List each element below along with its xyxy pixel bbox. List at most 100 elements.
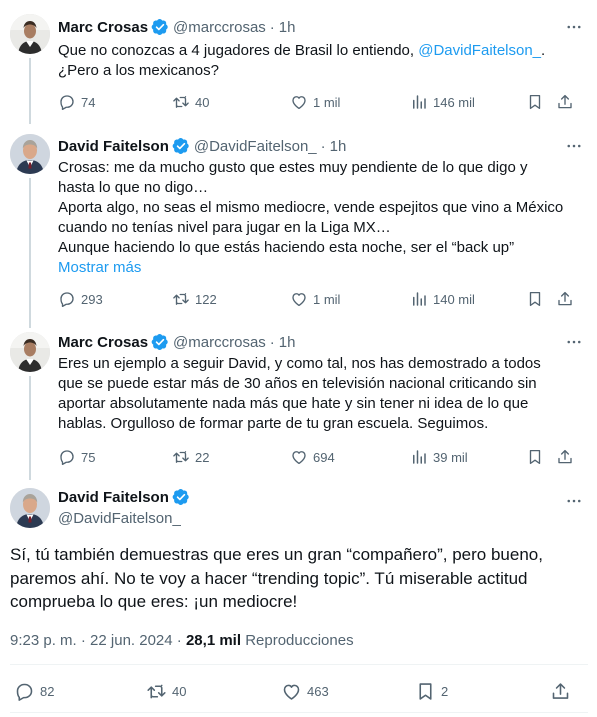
- avatar[interactable]: [10, 332, 50, 372]
- views-button[interactable]: 146 mil: [410, 92, 475, 112]
- views-button[interactable]: 39 mil: [410, 447, 468, 467]
- retweet-icon: [172, 448, 190, 466]
- tweet-time[interactable]: 1h: [279, 334, 296, 351]
- bookmark-icon: [526, 290, 544, 308]
- share-icon: [556, 290, 574, 308]
- bookmark-button[interactable]: [526, 447, 544, 467]
- divider: [10, 664, 588, 665]
- views-button[interactable]: 140 mil: [410, 289, 475, 309]
- reply-icon: [58, 290, 76, 308]
- tweet-time[interactable]: 1h: [279, 19, 296, 36]
- reply-icon: [58, 448, 76, 466]
- reply-icon: [14, 681, 35, 702]
- reply-count: 293: [81, 291, 103, 307]
- share-button[interactable]: [556, 92, 574, 112]
- share-icon: [556, 448, 574, 466]
- like-button[interactable]: 1 mil: [290, 92, 340, 112]
- retweet-icon: [146, 681, 167, 702]
- more-options-icon[interactable]: [565, 18, 583, 36]
- heart-icon: [290, 290, 308, 308]
- tweet-text-line: Aporta algo, no seas el mismo mediocre, …: [58, 199, 564, 216]
- tweet-text-line: ¿Pero a los mexicanos?: [58, 62, 219, 79]
- tweet-text-line: paremos ahí. No te voy a hacer “trending…: [10, 568, 528, 588]
- separator-dot: ·: [269, 18, 275, 36]
- separator-dot: ·: [80, 632, 91, 649]
- author-name[interactable]: David Faitelson: [58, 489, 169, 506]
- tweet-text-line: Sí, tú también demuestras que eres un gr…: [10, 545, 543, 564]
- author-name[interactable]: David Faitelson: [58, 138, 169, 155]
- views-count: 146 mil: [433, 94, 475, 110]
- mention-link[interactable]: @DavidFaitelson_: [418, 42, 541, 59]
- reply-button[interactable]: 74: [58, 92, 95, 112]
- verified-badge-icon: [151, 18, 169, 36]
- author-handle[interactable]: @marccrosas: [173, 19, 266, 36]
- avatar[interactable]: [10, 488, 50, 528]
- separator-dot: ·: [320, 137, 326, 155]
- main-tweet-actions: 82 40 463 2: [0, 681, 597, 703]
- more-options-icon[interactable]: [565, 333, 583, 351]
- tweet-date[interactable]: 22 jun. 2024: [90, 632, 173, 649]
- like-count: 463: [307, 683, 329, 699]
- views-count: 28,1 mil: [185, 632, 242, 649]
- tweet-time[interactable]: 9:23 p. m.: [10, 632, 77, 649]
- reply-count: 74: [81, 94, 96, 110]
- bookmark-count: 2: [441, 683, 449, 699]
- tweet-actions: 74 40 1 mil 146 mil: [58, 92, 578, 112]
- tweet-text-line: comprueba lo que eres: ¡un mediocre!: [10, 592, 298, 611]
- like-button[interactable]: 1 mil: [290, 289, 340, 309]
- like-button[interactable]: 694: [290, 447, 335, 467]
- bookmark-button[interactable]: [526, 289, 544, 309]
- retweet-button[interactable]: 22: [172, 447, 209, 467]
- avatar[interactable]: [10, 14, 50, 54]
- tweet-text-line: aportar absolutamente nada más que hate …: [58, 395, 529, 412]
- reply-count: 82: [40, 683, 55, 699]
- share-icon: [550, 681, 571, 702]
- like-button[interactable]: 463: [281, 681, 329, 701]
- reply-button[interactable]: 75: [58, 447, 95, 467]
- bookmark-button[interactable]: 2: [415, 681, 448, 701]
- thread-line: [29, 376, 31, 480]
- views-chart-icon: [410, 93, 428, 111]
- avatar[interactable]: [10, 134, 50, 174]
- author-name[interactable]: Marc Crosas: [58, 19, 148, 36]
- like-count: 694: [313, 449, 335, 465]
- retweet-icon: [172, 93, 190, 111]
- more-options-icon[interactable]: [565, 137, 583, 155]
- show-more-link[interactable]: Mostrar más: [58, 258, 583, 278]
- tweet-text-line: cuando no tenías nivel para jugar en la …: [58, 219, 391, 236]
- retweet-count: 40: [195, 94, 210, 110]
- like-count: 1 mil: [313, 291, 341, 307]
- bookmark-icon: [415, 681, 436, 702]
- author-handle[interactable]: @DavidFaitelson_: [194, 138, 317, 155]
- tweet-time[interactable]: 1h: [330, 138, 347, 155]
- separator-dot: ·: [176, 632, 186, 649]
- author-handle[interactable]: @DavidFaitelson_: [58, 510, 181, 527]
- tweet-text-line: hablas. Orgulloso de formar parte de tu …: [58, 415, 489, 432]
- author-handle[interactable]: @marccrosas: [173, 334, 266, 351]
- tweet-header: David Faitelson @DavidFaitelson_ · 1h: [58, 136, 346, 156]
- more-options-icon[interactable]: [565, 492, 583, 510]
- share-button[interactable]: [556, 447, 574, 467]
- bookmark-button[interactable]: [526, 92, 544, 112]
- tweet-text-line: que se puede estar más de 30 años en tel…: [58, 375, 537, 392]
- thread-line: [29, 58, 31, 124]
- reply-count: 75: [81, 449, 96, 465]
- retweet-count: 40: [172, 683, 187, 699]
- tweet-header: Marc Crosas @marccrosas · 1h: [58, 332, 295, 352]
- share-button[interactable]: [550, 681, 571, 701]
- verified-badge-icon: [172, 488, 190, 506]
- reply-button[interactable]: 82: [14, 681, 54, 701]
- tweet-meta: 9:23 p. m. · 22 jun. 2024 · 28,1 mil Rep…: [10, 632, 354, 649]
- tweet-actions: 75 22 694 39 mil: [58, 447, 578, 467]
- tweet-text-line: Que no conozcas a 4 jugadores de Brasil …: [58, 42, 546, 59]
- retweet-button[interactable]: 40: [146, 681, 186, 701]
- tweet-actions: 293 122 1 mil 140 mil: [58, 289, 578, 309]
- reply-button[interactable]: 293: [58, 289, 103, 309]
- retweet-button[interactable]: 122: [172, 289, 217, 309]
- author-name[interactable]: Marc Crosas: [58, 334, 148, 351]
- verified-badge-icon: [172, 137, 190, 155]
- share-button[interactable]: [556, 289, 574, 309]
- tweet-text: Eres un ejemplo a seguir David, y como t…: [58, 354, 583, 434]
- retweet-button[interactable]: 40: [172, 92, 209, 112]
- views-chart-icon: [410, 448, 428, 466]
